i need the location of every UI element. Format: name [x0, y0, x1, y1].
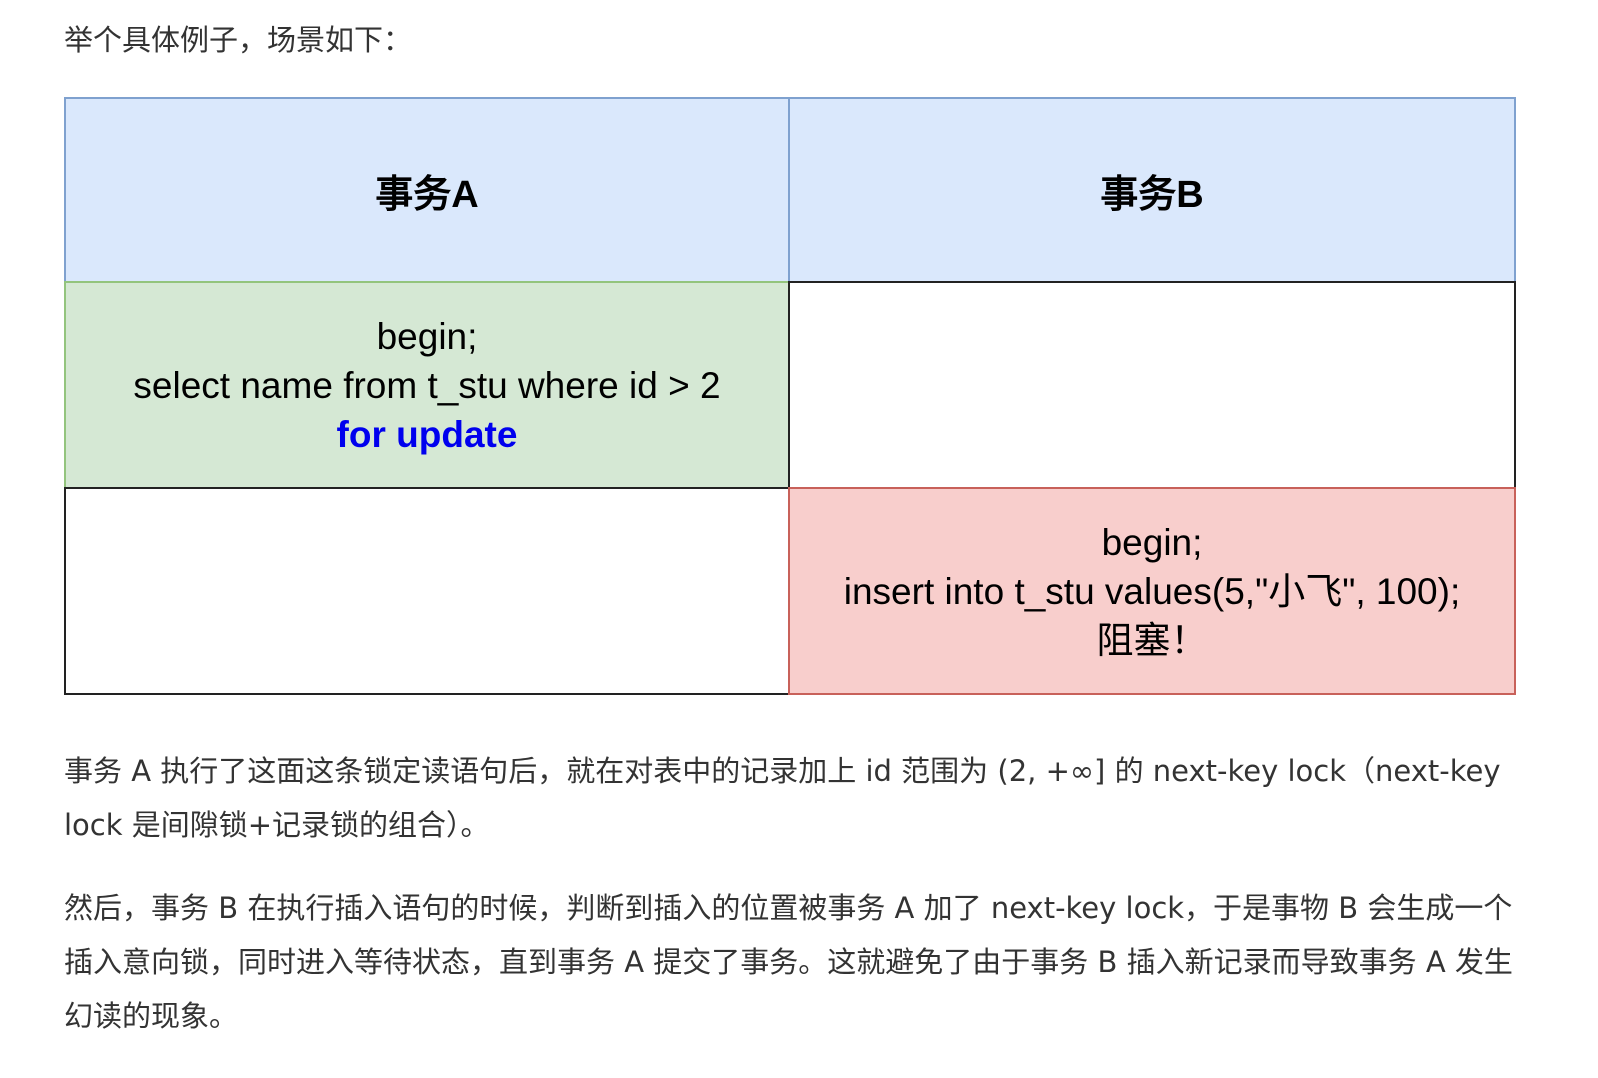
transaction-b-step1-cell — [788, 281, 1516, 489]
transaction-b-step2-cell: begin; insert into t_stu values(5,"小飞", … — [788, 487, 1516, 695]
paragraph-next-key-lock: 事务 A 执行了这面这条锁定读语句后，就在对表中的记录加上 id 范围为 (2,… — [64, 754, 1501, 842]
code-insert-statement: insert into t_stu values(5,"小飞", 100); — [843, 570, 1461, 612]
header-transaction-a: 事务A — [64, 97, 790, 283]
header-a-label: 事务A — [375, 173, 479, 216]
code-for-update: for update — [336, 413, 518, 455]
code-begin-b: begin; — [1101, 521, 1203, 563]
paragraph-insert-intention-lock: 然后，事务 B 在执行插入语句的时候，判断到插入的位置被事务 A 加了 next… — [64, 891, 1513, 1033]
transaction-a-step2-cell — [64, 487, 790, 695]
code-select-statement: select name from t_stu where id > 2 — [133, 364, 721, 406]
blocked-label: 阻塞！ — [1096, 619, 1208, 661]
transaction-a-step1-cell: begin; select name from t_stu where id >… — [64, 281, 790, 489]
intro-text: 举个具体例子，场景如下： — [64, 23, 413, 57]
header-transaction-b: 事务B — [788, 97, 1516, 283]
transaction-diagram: 事务A 事务B begin; select name from t_stu wh… — [64, 97, 1516, 697]
code-begin-a: begin; — [376, 315, 478, 357]
header-b-label: 事务B — [1100, 173, 1204, 216]
